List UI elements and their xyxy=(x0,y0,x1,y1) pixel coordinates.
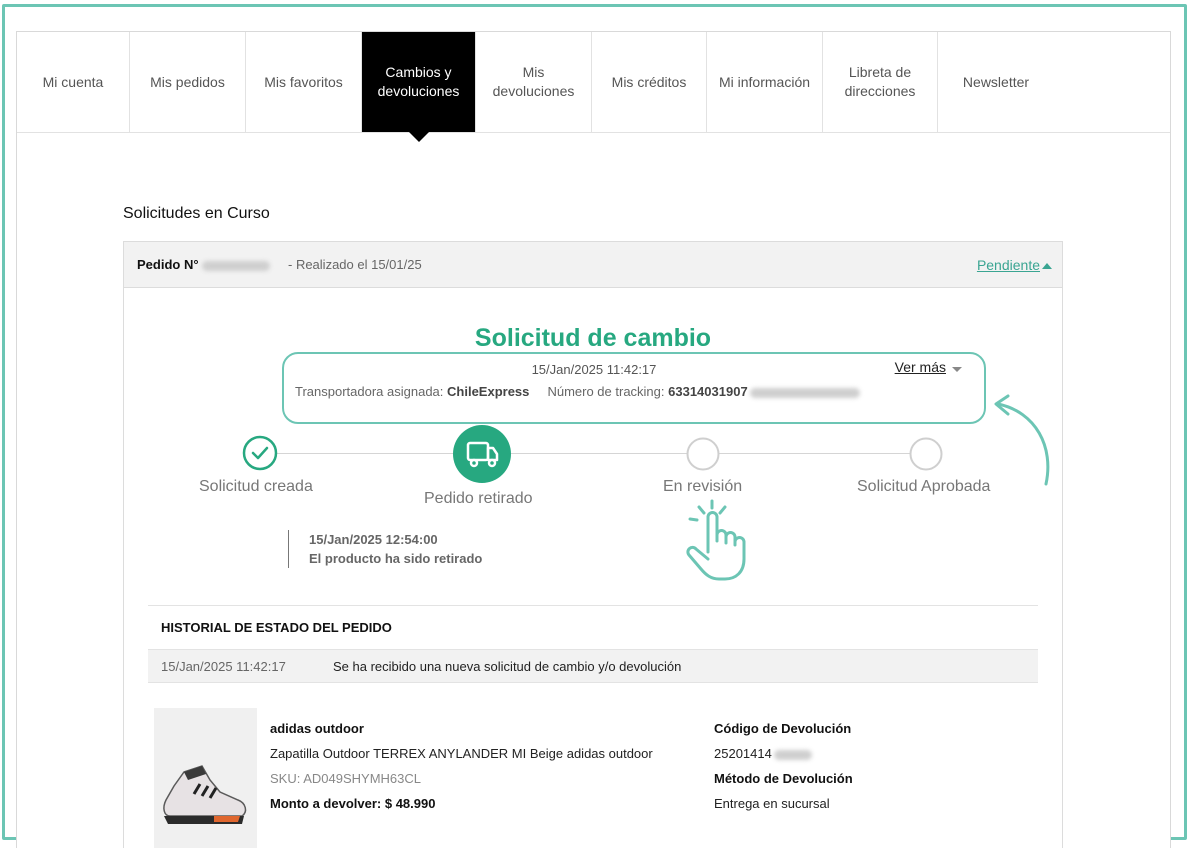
account-panel: Mi cuenta Mis pedidos Mis favoritos Camb… xyxy=(16,31,1171,848)
order-number-label: Pedido N° xyxy=(137,257,199,272)
return-code-redacted xyxy=(773,749,812,760)
carrier-name: ChileExpress xyxy=(447,384,530,399)
check-circle-icon xyxy=(242,435,278,471)
product-image[interactable] xyxy=(154,708,257,848)
curved-arrow-icon xyxy=(994,394,1050,486)
pending-circle-icon xyxy=(909,437,943,471)
tab-mis-favoritos[interactable]: Mis favoritos xyxy=(246,32,362,132)
request-title: Solicitud de cambio xyxy=(474,324,712,352)
divider xyxy=(148,605,1038,606)
return-code-label: Código de Devolución xyxy=(714,721,852,736)
refund-amount: Monto a devolver: $ 48.990 xyxy=(270,796,436,811)
step-label: Solicitud creada xyxy=(199,478,313,495)
tab-newsletter[interactable]: Newsletter xyxy=(938,32,1054,132)
product-brand: adidas outdoor xyxy=(270,721,364,736)
tab-cambios-devoluciones[interactable]: Cambios y devoluciones xyxy=(362,32,476,142)
history-date: 15/Jan/2025 11:42:17 xyxy=(161,659,286,674)
request-info-box: 15/Jan/2025 11:42:17 Ver más Transportad… xyxy=(282,352,986,424)
caret-up-icon[interactable] xyxy=(1042,263,1052,269)
shoe-image xyxy=(163,765,247,824)
order-date: - Realizado el 15/01/25 xyxy=(288,257,422,272)
step-label: Pedido retirado xyxy=(424,490,533,507)
step-detail: 15/Jan/2025 12:54:00 El producto ha sido… xyxy=(288,530,482,568)
tracking-label: Número de tracking: xyxy=(547,384,665,399)
pending-circle-icon xyxy=(686,437,720,471)
account-tabs: Mi cuenta Mis pedidos Mis favoritos Camb… xyxy=(17,32,1170,142)
product-sku: SKU: AD049SHYMH63CL xyxy=(270,771,422,786)
step-label: Solicitud Aprobada xyxy=(857,478,991,495)
return-method-label: Método de Devolución xyxy=(714,771,853,786)
order-number-redacted xyxy=(202,260,271,271)
tracking-redacted xyxy=(749,387,860,398)
tab-mi-informacion[interactable]: Mi información xyxy=(707,32,823,132)
step-detail-text: El producto ha sido retirado xyxy=(309,551,483,566)
return-method: Entrega en sucursal xyxy=(714,796,830,811)
carrier-label: Transportadora asignada: xyxy=(295,384,444,399)
step-label: En revisión xyxy=(663,478,743,495)
tracking-number: 63314031907 xyxy=(668,384,748,399)
carrier-tracking-line: Transportadora asignada: ChileExpress Nú… xyxy=(295,384,860,399)
request-date: 15/Jan/2025 11:42:17 xyxy=(531,362,657,377)
ver-mas-link[interactable]: Ver más xyxy=(895,359,946,375)
return-code-value: 25201414 xyxy=(714,746,772,761)
caret-down-icon[interactable] xyxy=(952,367,962,372)
truck-icon xyxy=(453,425,511,483)
return-code: 25201414 xyxy=(714,741,812,766)
pointing-hand-icon xyxy=(686,499,746,581)
tab-mi-cuenta[interactable]: Mi cuenta xyxy=(17,32,130,132)
history-text: Se ha recibido una nueva solicitud de ca… xyxy=(333,659,682,674)
history-row: 15/Jan/2025 11:42:17 Se ha recibido una … xyxy=(148,649,1038,683)
product-name[interactable]: Zapatilla Outdoor TERREX ANYLANDER MI Be… xyxy=(270,741,653,766)
progress-track xyxy=(260,453,926,454)
history-title: HISTORIAL DE ESTADO DEL PEDIDO xyxy=(161,620,392,635)
tab-mis-creditos[interactable]: Mis créditos xyxy=(592,32,707,132)
tab-mis-devoluciones[interactable]: Mis devoluciones xyxy=(476,32,592,132)
step-detail-date: 15/Jan/2025 12:54:00 xyxy=(309,532,438,547)
order-card: Pedido N° - Realizado el 15/01/25 Pendie… xyxy=(123,241,1063,848)
order-header[interactable]: Pedido N° - Realizado el 15/01/25 Pendie… xyxy=(124,242,1062,288)
tab-libreta-direcciones[interactable]: Libreta de direcciones xyxy=(823,32,938,132)
tab-mis-pedidos[interactable]: Mis pedidos xyxy=(130,32,246,132)
section-title: Solicitudes en Curso xyxy=(123,205,270,222)
order-status-link[interactable]: Pendiente xyxy=(977,257,1040,273)
order-number: Pedido N° xyxy=(137,257,271,272)
